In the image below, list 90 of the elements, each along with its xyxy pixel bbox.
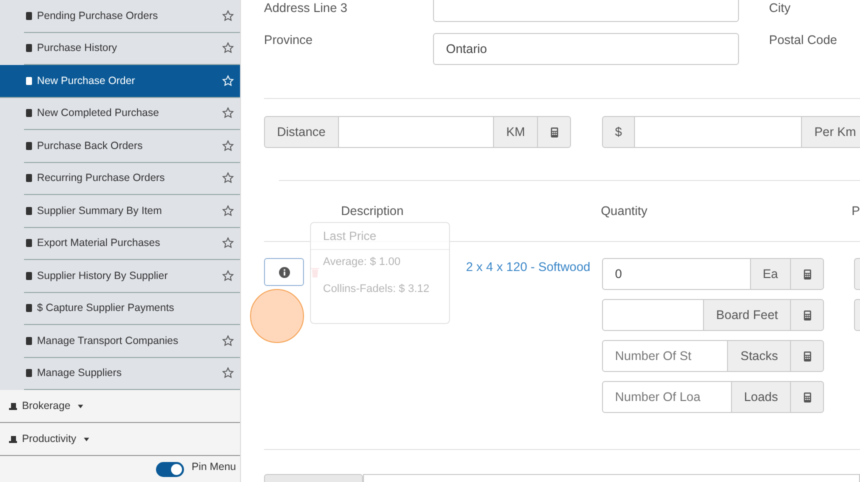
calculator-icon (802, 392, 812, 402)
document-icon (24, 10, 34, 21)
star-icon[interactable] (222, 42, 234, 54)
menu-section[interactable]: Brokerage (0, 390, 240, 423)
document-icon (24, 76, 34, 86)
calculator-button[interactable] (790, 381, 824, 413)
unit-label: Stacks (727, 340, 791, 372)
info-button[interactable] (264, 258, 304, 286)
section-label: Productivity (22, 433, 76, 445)
star-icon[interactable] (222, 237, 234, 250)
info-icon (278, 266, 290, 278)
tooltip-text: Average: $ 1.00 (322, 255, 402, 270)
field-label: City (769, 0, 791, 15)
star-icon[interactable] (222, 270, 234, 282)
menu-item-label: Manage Transport Companies (37, 334, 180, 347)
unit-label: Ea (750, 258, 791, 290)
star-icon[interactable] (222, 140, 234, 152)
star-icon[interactable] (222, 334, 234, 347)
field-label: Province (264, 33, 314, 47)
document-icon (24, 140, 34, 151)
menu-item[interactable]: Supplier History By Supplier (24, 260, 240, 292)
document-icon (24, 303, 34, 314)
input-field[interactable] (602, 299, 704, 331)
calculator-icon (550, 126, 558, 138)
unit-label: Board Feet (703, 299, 791, 331)
tooltip-title: Last Price (311, 223, 449, 250)
calculator-icon (802, 350, 812, 362)
input-field[interactable] (338, 116, 494, 148)
menu-item-label: Recurring Purchase Orders (37, 172, 166, 184)
input-field[interactable]: Number Of St (602, 340, 728, 372)
addon-label: Distance (264, 116, 339, 148)
menu-item-label: Purchase Back Orders (37, 140, 144, 152)
menu-item-label: New Purchase Order (37, 74, 136, 87)
document-icon (24, 238, 34, 248)
item-link[interactable]: 2 x 4 x 120 - Softwood (466, 260, 590, 274)
menu-item[interactable]: New Completed Purchase (24, 98, 240, 130)
menu-item[interactable]: Manage Transport Companies (24, 325, 240, 358)
document-icon (24, 43, 34, 54)
menu-item[interactable]: Manage Suppliers (24, 358, 240, 390)
menu-item-label: New Completed Purchase (37, 107, 160, 120)
field-label: Postal Code (769, 33, 838, 47)
menu-item[interactable]: Purchase Back Orders (24, 130, 240, 162)
calculator-button[interactable] (790, 340, 824, 372)
section-label: Brokerage (22, 400, 70, 412)
input-field[interactable]: 0 (602, 258, 751, 290)
input-field[interactable] (634, 116, 802, 148)
tooltip-text: Collins-Fadels: $ 3.12 (322, 282, 430, 297)
input-field[interactable]: Ontario (433, 33, 739, 65)
calculator-button[interactable] (790, 299, 824, 331)
addon-label: KM (493, 116, 538, 148)
document-icon (24, 173, 34, 184)
menu-item-label: Supplier Summary By Item (37, 204, 163, 217)
star-icon[interactable] (222, 204, 234, 217)
menu-section[interactable]: Productivity (0, 423, 240, 456)
menu-item-label: Pending Purchase Orders (37, 10, 159, 22)
field-label: Address Line 3 (264, 0, 348, 15)
column-header: Quantity (600, 204, 648, 218)
calculator-icon (802, 268, 812, 280)
document-icon (24, 206, 34, 216)
menu-item-label: Purchase History (37, 42, 118, 54)
menu-item[interactable]: New Purchase Order (0, 65, 240, 98)
document-icon (24, 270, 34, 281)
star-icon[interactable] (222, 172, 234, 184)
addon-label: $ (602, 116, 635, 148)
star-icon[interactable] (222, 107, 234, 120)
unit-label: Loads (730, 381, 791, 413)
pin-label: Pin Menu (192, 460, 236, 472)
document-icon (24, 108, 34, 118)
document-icon (24, 368, 34, 378)
star-icon[interactable] (222, 10, 234, 22)
menu-item[interactable]: Supplier Summary By Item (24, 195, 240, 228)
input-field[interactable]: Number Of Loa (602, 381, 732, 413)
calculator-button[interactable] (537, 116, 571, 148)
calculator-icon (802, 310, 812, 320)
menu-item[interactable]: Pending Purchase Orders (24, 0, 240, 32)
document-icon (24, 336, 34, 346)
column-header: P (852, 204, 860, 218)
menu-item-label: Manage Suppliers (37, 367, 123, 380)
click-indicator (250, 289, 304, 343)
menu-item[interactable]: Export Material Purchases (24, 228, 240, 260)
menu-item[interactable]: Recurring Purchase Orders (24, 162, 240, 195)
menu-item-label: $ Capture Supplier Payments (37, 302, 176, 314)
star-icon[interactable] (222, 367, 234, 380)
column-header: Description (341, 204, 405, 218)
menu-item-label: Supplier History By Supplier (37, 270, 169, 282)
addon-label: Per Km (801, 116, 860, 148)
menu-item-label: Export Material Purchases (37, 237, 162, 250)
calculator-button[interactable] (790, 258, 824, 290)
menu-item[interactable]: $ Capture Supplier Payments (24, 292, 240, 325)
pin-toggle[interactable] (156, 462, 184, 477)
